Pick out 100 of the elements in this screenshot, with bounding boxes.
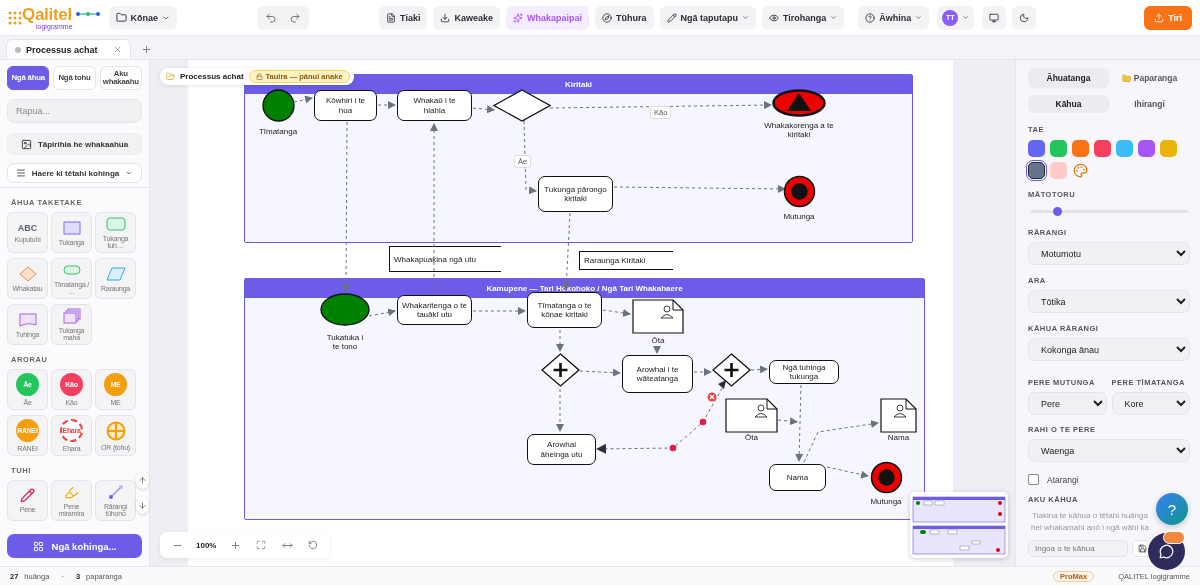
task-node: Whakaritenga o te tauākī utu — [397, 295, 472, 325]
highlighter-icon — [64, 484, 79, 500]
folder-icon — [166, 72, 175, 81]
arrow-head — [718, 380, 726, 389]
arrow-up-icon — [138, 475, 147, 485]
parallel-gateway — [540, 353, 580, 387]
select-field[interactable]: Motumotu — [1028, 242, 1190, 265]
task-node: Tīmatanga o te kōnae kiritaki — [527, 292, 602, 328]
caret-icon — [125, 169, 134, 177]
new-tab-icon[interactable] — [140, 44, 152, 55]
select-field[interactable]: Kore — [1111, 392, 1190, 415]
caret-icon — [742, 14, 749, 21]
share-button[interactable]: Tiri — [1144, 5, 1192, 30]
scroll-up-button[interactable] — [136, 471, 149, 489]
checkbox-label: Atarangi — [1047, 474, 1079, 485]
node-label: Nama — [886, 433, 911, 443]
task-node: Arowhai āheinga utu — [527, 434, 596, 465]
add-image-button[interactable]: Tāpirihia he whakaahua — [7, 133, 142, 155]
palette-icon[interactable] — [1073, 163, 1088, 178]
save-style-button[interactable] — [1132, 540, 1152, 557]
color-swatch[interactable] — [1094, 140, 1111, 157]
file-menu-button[interactable]: Kōnae — [108, 5, 178, 30]
tools-button[interactable]: Ngā taputapu — [659, 5, 756, 30]
notification-badge — [1163, 531, 1185, 544]
beautify-button[interactable]: Whakapaipai — [506, 5, 589, 30]
connector-arrow — [556, 388, 564, 432]
present-button[interactable] — [982, 5, 1007, 30]
style-name-field[interactable]: Ingoa o te kāhua — [1028, 540, 1128, 557]
document-icon — [16, 311, 39, 328]
start-event — [261, 88, 295, 122]
properties-tab[interactable]: Āhuatanga — [1028, 68, 1109, 88]
end-event — [869, 460, 903, 494]
rectangle-icon — [60, 219, 83, 236]
help-menu-button[interactable]: Āwhina — [858, 5, 930, 30]
node-label: Mutunga — [869, 497, 903, 507]
style-tab[interactable]: Kāhua — [1028, 95, 1109, 113]
edge-handle[interactable] — [669, 444, 677, 452]
document-shape — [632, 299, 684, 334]
color-swatch[interactable] — [1028, 140, 1045, 157]
color-swatch[interactable] — [1160, 140, 1177, 157]
gateway-diamond — [493, 88, 551, 122]
eye-icon — [769, 12, 779, 23]
select-field[interactable]: Pere — [1028, 392, 1107, 415]
save-button[interactable]: Tiaki — [379, 5, 428, 30]
minimap-drawing[interactable] — [910, 492, 1008, 558]
task-node: Arowhai i te wāteatanga — [622, 355, 693, 393]
document-tab[interactable]: Processus achat — [6, 39, 131, 59]
view-button[interactable]: Tirohanga — [762, 5, 845, 30]
monitor-icon — [989, 12, 1000, 23]
caret-icon — [830, 14, 838, 21]
color-swatch[interactable] — [1138, 140, 1155, 157]
node-label: Whakakorenga a te kiritaki — [763, 121, 835, 140]
checkbox[interactable] — [1028, 474, 1039, 485]
close-icon[interactable] — [112, 45, 122, 54]
dark-mode-button[interactable] — [1012, 5, 1037, 30]
search-field[interactable]: Rapua... — [7, 99, 142, 123]
help-icon — [865, 12, 876, 23]
moon-icon — [1019, 12, 1030, 23]
style-tab[interactable]: Ihirangi — [1109, 95, 1190, 113]
save-icon — [1137, 544, 1147, 553]
properties-tab[interactable]: Paparanga — [1109, 68, 1190, 88]
node-label: Tukatuka i te tono — [325, 333, 365, 352]
color-swatch[interactable] — [1050, 162, 1067, 179]
color-swatch[interactable] — [1072, 140, 1089, 157]
select-field[interactable]: Kokonga ānau — [1028, 338, 1190, 361]
color-swatch[interactable] — [1116, 140, 1133, 157]
collection-dropdown[interactable]: Haere ki tētahi kohinga — [7, 163, 142, 183]
document-shape — [725, 398, 778, 433]
caret-icon — [962, 14, 970, 21]
edge-handle[interactable] — [699, 418, 707, 426]
stacked-pages-icon — [60, 308, 83, 324]
delete-icon[interactable] — [707, 392, 717, 402]
slider-thumb[interactable] — [1052, 207, 1062, 216]
parallel-gateway — [711, 353, 751, 387]
export-button[interactable]: Kaweake — [433, 5, 500, 30]
lock-icon — [255, 73, 263, 80]
fullscreen-icon — [256, 540, 267, 550]
task-node: Whakaū i te hiahia — [397, 90, 472, 121]
plus-icon — [229, 539, 241, 551]
explore-button[interactable]: Tūhura — [595, 5, 654, 30]
select-field[interactable]: Tōtika — [1028, 290, 1190, 313]
pen-icon — [20, 488, 35, 503]
document-shape — [880, 398, 917, 433]
color-swatch[interactable] — [1050, 140, 1067, 157]
select-field[interactable]: Waenga — [1028, 439, 1190, 462]
caret-icon — [915, 14, 923, 21]
app-logo: Qalitel — [22, 5, 73, 23]
task-node: Kōwhiri i te hua — [314, 90, 377, 121]
color-swatch[interactable] — [1028, 162, 1045, 179]
end-event — [782, 174, 816, 208]
data-store-label: Whakapuakina ngā utu — [389, 246, 501, 272]
collections-button[interactable]: Ngā kohinga... — [7, 534, 142, 558]
scroll-down-button[interactable] — [136, 496, 149, 514]
node-label: Ōta — [650, 336, 666, 346]
breadcrumb-title: Processus achat — [180, 72, 244, 81]
task-node: Ngā tuhinga tukunga — [769, 360, 839, 384]
connector-arrow — [368, 308, 396, 317]
connector-arrow — [750, 365, 768, 374]
task-node: Nama — [769, 464, 826, 491]
data-store-label: Raraunga Kiritaki — [579, 251, 673, 270]
